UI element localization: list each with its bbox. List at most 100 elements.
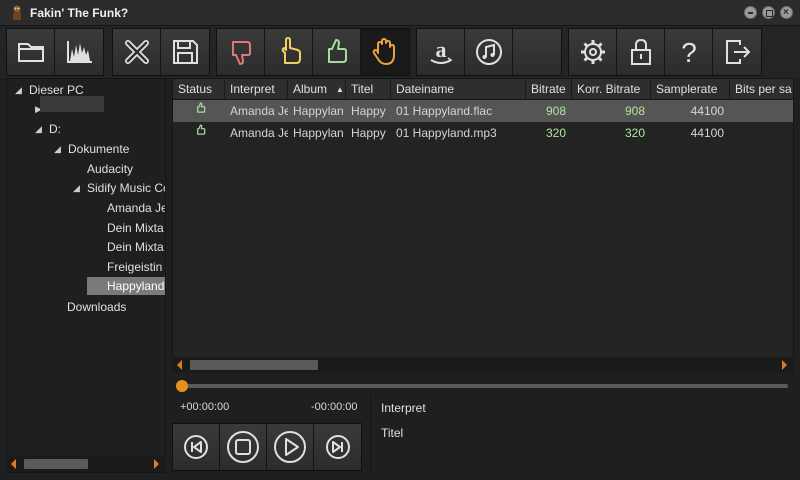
table-row[interactable]: Amanda Je Happylan Happy 01 Happyland.mp… [173, 122, 793, 144]
table-header: Status Interpret Album ▲ Titel Dateiname … [173, 79, 793, 100]
lock-button[interactable] [617, 29, 665, 75]
rate-unsure-button[interactable] [265, 29, 313, 75]
cell-album: Happylan [293, 126, 344, 140]
scrollbar-thumb[interactable] [190, 360, 318, 370]
collapse-arrow-icon[interactable]: ◢ [54, 140, 61, 158]
spectrum-button[interactable] [55, 29, 103, 75]
tree-item-mixtape-1[interactable]: Dein Mixta [107, 219, 164, 237]
gear-icon [580, 40, 605, 64]
column-samplerate[interactable]: Samplerate [651, 79, 730, 100]
cell-samplerate: 44100 [690, 104, 724, 118]
column-dateiname[interactable]: Dateiname [391, 79, 526, 100]
tree-item-sidify[interactable]: ◢ Sidify Music Co [73, 179, 165, 197]
save-icon [173, 40, 198, 64]
status-ok-icon [189, 122, 225, 144]
next-button[interactable] [314, 424, 361, 470]
cell-dateiname: 01 Happyland.flac [396, 104, 493, 118]
seek-bar[interactable] [180, 384, 788, 388]
column-korr-bitrate[interactable]: Korr. Bitrate [572, 79, 651, 100]
delete-icon [124, 40, 149, 64]
column-album[interactable]: Album ▲ [288, 79, 346, 100]
scroll-right-arrow-icon[interactable] [782, 360, 787, 370]
cell-album: Happylan [293, 104, 344, 118]
scroll-left-arrow-icon[interactable] [11, 459, 16, 469]
cell-korr-bitrate: 320 [624, 126, 645, 140]
sort-ascending-icon: ▲ [336, 85, 344, 94]
column-status[interactable]: Status [173, 79, 225, 100]
tree-item-mixtape-2[interactable]: Dein Mixta [107, 238, 164, 256]
tree-item-d-drive[interactable]: ◢ D: [35, 120, 61, 138]
cell-titel: Happy [351, 126, 386, 140]
save-button[interactable] [161, 29, 209, 75]
svg-text:?: ? [681, 37, 697, 68]
delete-button[interactable] [113, 29, 161, 75]
cell-interpret: Amanda Je [230, 104, 288, 118]
info-titel-label: Titel [381, 426, 404, 440]
toolbar-group-stores: a [416, 28, 562, 76]
title-bar: Fakin' The Funk? [0, 0, 800, 26]
tree-horizontal-scrollbar[interactable] [6, 456, 166, 472]
close-button[interactable] [780, 6, 793, 19]
help-button[interactable]: ? [665, 29, 713, 75]
rate-fake-button[interactable] [217, 29, 265, 75]
column-titel[interactable]: Titel [346, 79, 391, 100]
cell-korr-bitrate: 908 [624, 104, 645, 118]
previous-button[interactable] [173, 424, 220, 470]
thumbs-down-icon [231, 41, 251, 65]
settings-button[interactable] [569, 29, 617, 75]
rate-ok-button[interactable] [313, 29, 361, 75]
open-folder-button[interactable] [7, 29, 55, 75]
table-horizontal-scrollbar[interactable] [172, 357, 794, 373]
tree-item-happyland[interactable]: Happyland [87, 277, 165, 295]
cell-samplerate: 44100 [690, 126, 724, 140]
cell-dateiname: 01 Happyland.mp3 [396, 126, 497, 140]
help-icon: ? [681, 37, 697, 68]
tree-item-downloads[interactable]: Downloads [67, 298, 126, 316]
rate-stop-button[interactable] [361, 29, 409, 75]
minimize-button[interactable] [744, 6, 757, 19]
collapse-arrow-icon[interactable]: ◢ [73, 179, 80, 197]
window-title: Fakin' The Funk? [30, 6, 129, 20]
toolbar-group-files [6, 28, 104, 76]
next-icon [325, 435, 350, 459]
play-icon [274, 431, 306, 463]
stop-icon [227, 431, 259, 463]
scrollbar-thumb[interactable] [24, 459, 88, 469]
maximize-button[interactable] [762, 6, 775, 19]
app-logo-icon [13, 5, 21, 20]
cell-bitrate: 320 [545, 126, 566, 140]
folder-tree[interactable]: ◢ Dieser PC ▶ ◢ D: ◢ Dokumente Audacity ◢ Si… [6, 78, 166, 473]
tree-item-freigeistin[interactable]: Freigeistin [107, 258, 162, 276]
playback-controls [172, 423, 362, 471]
column-bitrate[interactable]: Bitrate [526, 79, 572, 100]
time-remaining: -00:00:00 [311, 401, 358, 413]
tree-item-dokumente[interactable]: ◢ Dokumente [54, 140, 129, 158]
thumbs-up-icon [327, 39, 347, 63]
collapse-arrow-icon[interactable]: ◢ [35, 120, 42, 138]
toolbar-group-app: ? [568, 28, 762, 76]
amazon-button[interactable]: a [417, 29, 465, 75]
tree-item-amanda[interactable]: Amanda Je [107, 199, 165, 217]
tree-item-audacity[interactable]: Audacity [87, 160, 133, 178]
empty-toolbar-slot [513, 29, 561, 75]
scroll-right-arrow-icon[interactable] [154, 459, 159, 469]
seek-handle[interactable] [176, 380, 188, 392]
file-table[interactable]: Status Interpret Album ▲ Titel Dateiname … [172, 78, 794, 373]
pointing-hand-icon [281, 37, 301, 64]
stop-button[interactable] [220, 424, 267, 470]
cell-bitrate: 908 [545, 104, 566, 118]
table-row[interactable]: Amanda Je Happylan Happy 01 Happyland.fl… [173, 100, 793, 122]
collapse-arrow-icon[interactable]: ◢ [15, 81, 22, 99]
scroll-left-arrow-icon[interactable] [177, 360, 182, 370]
itunes-button[interactable] [465, 29, 513, 75]
column-bits-per-sample[interactable]: Bits per sa [730, 79, 793, 100]
cell-titel: Happy [351, 104, 386, 118]
redacted-drive-label [40, 96, 104, 112]
amazon-icon: a [429, 37, 452, 64]
exit-icon [726, 40, 751, 64]
exit-button[interactable] [713, 29, 761, 75]
time-elapsed: +00:00:00 [180, 401, 230, 413]
column-interpret[interactable]: Interpret [225, 79, 288, 100]
itunes-icon [475, 39, 502, 65]
play-button[interactable] [267, 424, 314, 470]
